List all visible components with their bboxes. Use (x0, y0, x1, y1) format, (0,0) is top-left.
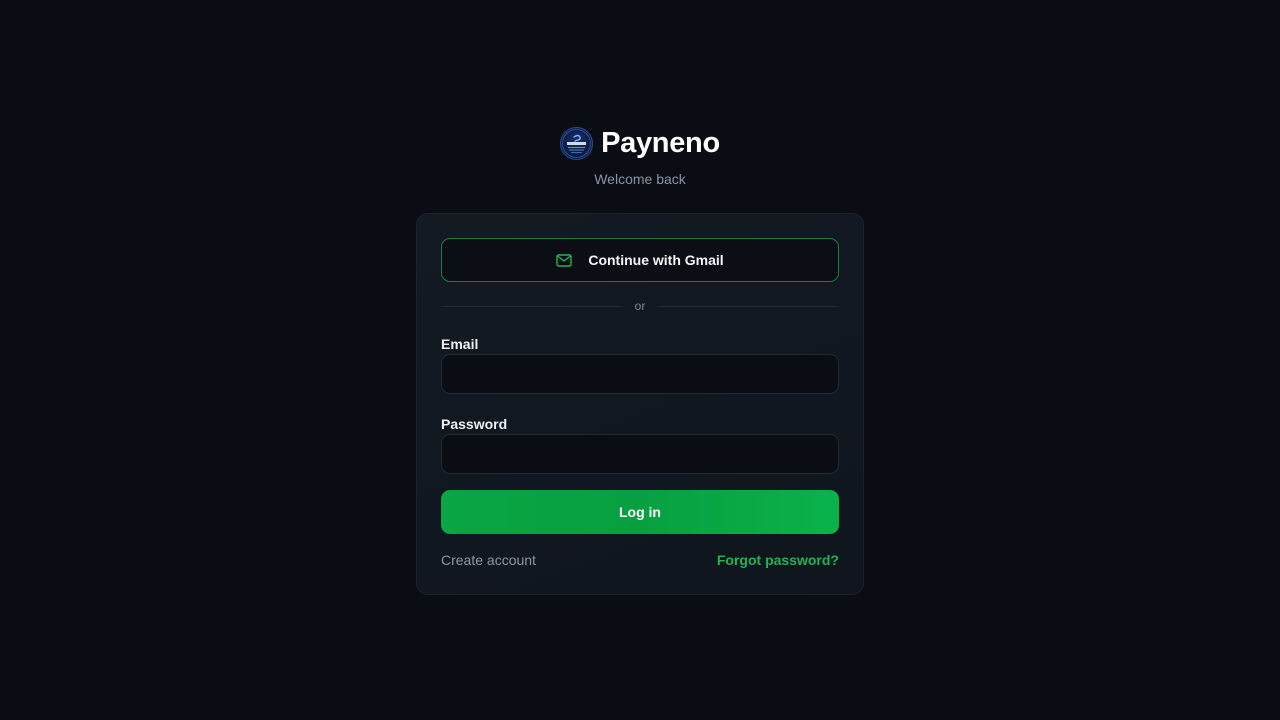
password-label: Password (441, 416, 508, 432)
brand-name: Payneno (601, 127, 720, 159)
payneno-logo-icon (560, 126, 594, 160)
login-page: Payneno Welcome back Continue with Gmail… (0, 0, 1280, 720)
continue-with-gmail-button[interactable]: Continue with Gmail (441, 238, 839, 282)
brand-header: Payneno (0, 124, 1280, 162)
email-field[interactable] (441, 354, 839, 394)
or-divider: or (441, 298, 840, 314)
welcome-subtitle: Welcome back (594, 171, 686, 187)
mail-icon (556, 253, 573, 267)
forgot-password-link[interactable]: Forgot password? (717, 551, 839, 569)
login-button[interactable]: Log in (441, 490, 839, 534)
gmail-button-label: Continue with Gmail (588, 252, 724, 268)
create-account-link[interactable]: Create account (441, 551, 536, 569)
login-card: Continue with Gmail or Email Password Lo… (416, 213, 864, 595)
divider-line-right (657, 305, 840, 307)
password-field[interactable] (441, 434, 839, 474)
divider-line-left (441, 305, 623, 307)
divider-text: or (634, 299, 646, 313)
email-label: Email (441, 336, 479, 352)
